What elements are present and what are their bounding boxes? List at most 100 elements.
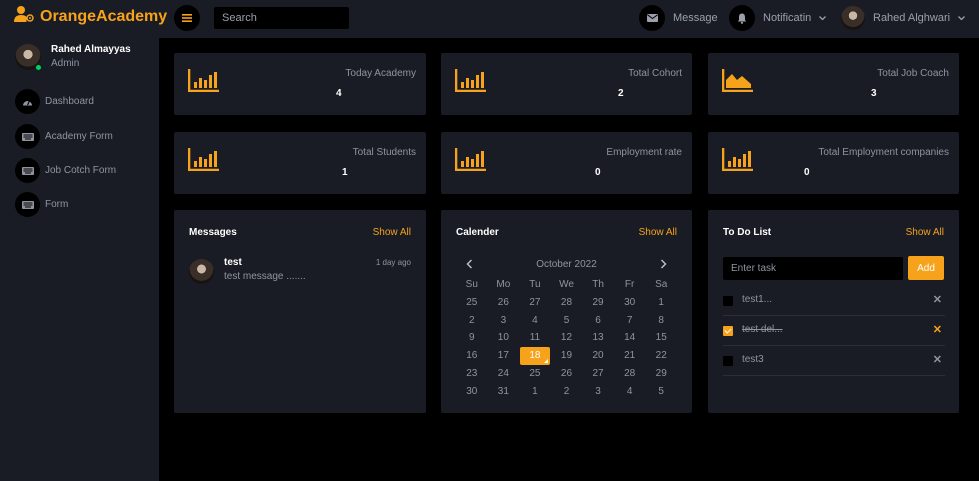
todo-checkbox[interactable] [723,296,733,306]
calendar-day[interactable]: 26 [488,294,520,312]
calendar-day[interactable]: 11 [519,329,551,347]
calendar-day[interactable]: 10 [488,329,520,347]
calendar-day[interactable]: 29 [582,294,614,312]
message-preview[interactable]: test message ....... [224,271,306,282]
calendar-day[interactable]: 16 [456,347,488,365]
calendar-day[interactable]: 17 [488,347,520,365]
message-time: 1 day ago [375,258,411,267]
calendar-weekday: Mo [496,279,511,290]
chevron-down-icon [958,12,966,24]
close-icon[interactable]: ✕ [933,293,942,306]
calendar-day[interactable]: 22 [645,347,677,365]
calendar-day[interactable]: 24 [488,365,520,383]
calendar-day[interactable]: 4 [519,312,551,330]
messages-show-all-link[interactable]: Show All [373,227,411,238]
stat-value: 0 [804,167,810,178]
bar-chart-icon [454,147,487,176]
todo-title: To Do List [723,227,772,238]
todo-checkbox[interactable] [723,356,733,366]
calendar-day[interactable]: 1 [519,383,551,401]
calendar-day[interactable]: 12 [551,329,583,347]
stat-card-today-academy: Today Academy 4 [174,53,426,115]
stat-card-employment-rate: Employment rate 0 [441,132,692,194]
sidebar-item-label: Academy Form [45,131,113,142]
bell-icon [729,5,755,31]
user-menu[interactable]: Rahed Alghwari [841,6,966,30]
calendar-day[interactable]: 29 [645,365,677,383]
keyboard-icon [15,124,40,149]
sidebar-item-job-coach-form[interactable]: Job Cotch Form [15,158,116,183]
envelope-icon [639,5,665,31]
todo-item: test3 ✕ [723,346,945,376]
calendar-day[interactable]: 1 [645,294,677,312]
sidebar-item-label: Job Cotch Form [45,165,117,176]
brand-name: OrangeAcademy [40,7,168,25]
calendar-day[interactable]: 3 [488,312,520,330]
stat-label: Today Academy [345,68,416,79]
calendar-day[interactable]: 7 [614,312,646,330]
calendar-day[interactable]: 13 [582,329,614,347]
notifications-menu[interactable]: Notificatin [729,5,827,31]
menu-toggle-button[interactable] [174,5,200,31]
calendar-day[interactable]: 30 [456,383,488,401]
todo-checkbox[interactable] [723,326,733,336]
message-sender[interactable]: test [224,257,242,268]
sidebar-item-dashboard[interactable]: Dashboard [15,89,94,114]
brand-logo[interactable]: OrangeAcademy [14,6,167,27]
calendar-day[interactable]: 31 [488,383,520,401]
user-name: Rahed Alghwari [873,12,951,24]
calendar-show-all-link[interactable]: Show All [639,227,677,238]
todo-item: test del... ✕ [723,316,945,346]
calendar-day[interactable]: 26 [551,365,583,383]
calendar-day[interactable]: 20 [582,347,614,365]
calendar-weekday: Sa [655,279,668,290]
stat-label: Total Students [352,147,416,158]
calendar-title: Calender [456,227,499,238]
calendar-weekday: Fr [624,279,635,290]
stat-value: 0 [595,167,601,178]
calendar-day[interactable]: 2 [551,383,583,401]
calendar-day[interactable]: 9 [456,329,488,347]
calendar-day[interactable]: 25 [519,365,551,383]
calendar-day[interactable]: 15 [645,329,677,347]
calendar-day[interactable]: 27 [582,365,614,383]
calendar-weekday: Tu [529,279,541,290]
close-icon[interactable]: ✕ [933,353,942,366]
calendar-day[interactable]: 28 [551,294,583,312]
calendar-day[interactable]: 2 [456,312,488,330]
calendar-day[interactable]: 14 [614,329,646,347]
calendar-day[interactable]: 5 [551,312,583,330]
messages-menu[interactable]: Message [639,5,718,31]
calendar-day[interactable]: 19 [551,347,583,365]
stat-card-total-students: Total Students 1 [174,132,426,194]
calendar-day[interactable]: 30 [614,294,646,312]
calendar-day[interactable]: 4 [614,383,646,401]
calendar-day[interactable]: 28 [614,365,646,383]
stat-label: Total Job Coach [877,68,949,79]
sidebar-item-academy-form[interactable]: Academy Form [15,124,113,149]
sidebar-item-form[interactable]: Form [15,192,68,217]
add-task-button[interactable]: Add [908,256,944,280]
bar-chart-icon [187,147,220,176]
calendar-day[interactable]: 25 [456,294,488,312]
task-input[interactable] [723,257,903,280]
messages-panel: Messages Show All test test message ....… [174,210,426,413]
sidebar-profile[interactable]: Rahed Almayyas Admin [15,44,131,72]
chevron-right-icon[interactable] [660,256,667,273]
search-input[interactable] [214,7,349,29]
close-icon[interactable]: ✕ [933,323,942,336]
calendar-day[interactable]: 6 [582,312,614,330]
calendar-day-selected[interactable]: 18 [519,347,550,365]
calendar-day[interactable]: 8 [645,312,677,330]
calendar-day[interactable]: 3 [582,383,614,401]
todo-show-all-link[interactable]: Show All [906,227,944,238]
profile-role: Admin [51,58,80,69]
notification-label: Notificatin [763,12,812,24]
calendar-day[interactable]: 5 [645,383,677,401]
calendar-month: October 2022 [536,259,597,270]
calendar-day[interactable]: 21 [614,347,646,365]
calendar-day[interactable]: 23 [456,365,488,383]
calendar-day[interactable]: 27 [519,294,551,312]
top-navbar: OrangeAcademy Message Notificatin Rahed … [0,0,979,38]
chevron-down-icon [819,12,827,24]
